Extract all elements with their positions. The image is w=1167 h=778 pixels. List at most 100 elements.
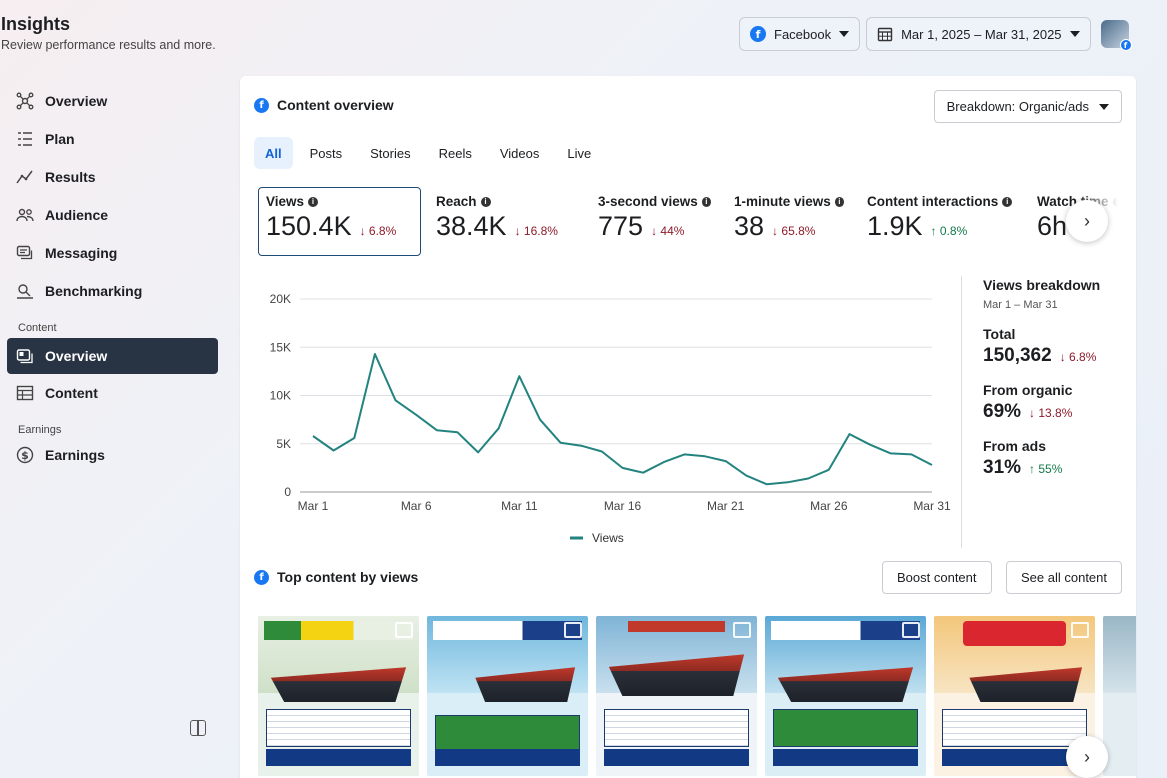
sidebar-item-audience[interactable]: Audience xyxy=(0,196,225,234)
organic-delta: ↓ 13.8% xyxy=(1029,406,1073,420)
gallery-icon xyxy=(733,622,751,638)
metric-value: 38 xyxy=(734,211,765,241)
metric-value: 775 xyxy=(598,211,644,241)
x-tick-label: Mar 6 xyxy=(401,499,432,513)
metric-delta: ↓ 16.8% xyxy=(514,224,558,238)
metric-name: 1-minute views xyxy=(734,194,831,209)
tab-stories[interactable]: Stories xyxy=(359,137,421,169)
gallery-icon xyxy=(902,622,920,638)
organic-label: From organic xyxy=(983,382,1073,398)
content-thumbnail[interactable] xyxy=(1103,616,1136,776)
legend-label: Views xyxy=(592,531,624,545)
sidebar-item-label: Overview xyxy=(45,93,108,109)
chevron-down-icon xyxy=(839,31,850,37)
network-icon xyxy=(15,91,35,111)
info-icon[interactable]: i xyxy=(834,196,844,207)
page-title: Insights xyxy=(1,14,71,34)
metric-name: Views xyxy=(266,194,305,209)
total-label: Total xyxy=(983,326,1016,342)
facebook-icon: f xyxy=(254,97,269,113)
content-thumbnail[interactable] xyxy=(596,616,757,776)
x-tick-label: Mar 11 xyxy=(501,499,538,513)
info-icon[interactable]: i xyxy=(701,196,711,207)
tab-posts[interactable]: Posts xyxy=(299,137,354,169)
page-subtitle: Review performance results and more. xyxy=(1,38,216,52)
total-delta: ↓ 6.8% xyxy=(1059,350,1097,364)
platform-selector[interactable]: f Facebook xyxy=(739,17,861,51)
tab-videos[interactable]: Videos xyxy=(489,137,551,169)
sidebar-item-label: Content xyxy=(45,385,98,401)
content-thumbnail[interactable] xyxy=(765,616,926,776)
thumbnails-next-button[interactable]: › xyxy=(1066,736,1108,778)
content-thumbnail[interactable] xyxy=(258,616,419,776)
content-overview-icon xyxy=(15,346,35,366)
chevron-right-icon: › xyxy=(1084,746,1090,767)
metric-card-3s-views[interactable]: 3-second views i 775 ↓ 44% xyxy=(590,187,719,256)
sidebar-item-benchmarking[interactable]: Benchmarking xyxy=(0,272,225,310)
facebook-icon: f xyxy=(254,569,269,585)
views-line-chart: 0 5K 10K 15K 20K Mar 1 Mar 6 Mar 11 Mar 16 Mar 21… xyxy=(270,292,951,545)
svg-text:$: $ xyxy=(21,449,29,462)
metric-card-interactions[interactable]: Content interactions i 1.9K ↑ 0.8% xyxy=(859,187,1022,256)
sidebar-item-label: Overview xyxy=(45,348,108,364)
metric-card-1m-views[interactable]: 1-minute views i 38 ↓ 65.8% xyxy=(726,187,852,256)
breakdown-dropdown[interactable]: Breakdown: Organic/ads xyxy=(933,90,1122,123)
info-icon[interactable]: i xyxy=(308,196,319,207)
boost-content-button[interactable]: Boost content xyxy=(882,561,992,594)
sidebar-item-results[interactable]: Results xyxy=(0,158,225,196)
sidebar-item-label: Benchmarking xyxy=(45,283,143,299)
top-content-header: f Top content by views xyxy=(254,569,418,585)
x-tick-label: Mar 31 xyxy=(913,499,951,513)
metric-value: 38.4K xyxy=(436,211,507,241)
date-range-picker[interactable]: Mar 1, 2025 – Mar 31, 2025 xyxy=(866,17,1091,51)
sidebar-item-overview[interactable]: Overview xyxy=(0,82,225,120)
date-range-label: Mar 1, 2025 – Mar 31, 2025 xyxy=(901,26,1062,42)
gallery-icon xyxy=(564,622,582,638)
sidebar-item-label: Messaging xyxy=(45,245,118,261)
calendar-icon xyxy=(877,27,893,42)
x-tick-label: Mar 16 xyxy=(604,499,642,513)
x-tick-label: Mar 1 xyxy=(298,499,329,513)
top-content-thumbnails xyxy=(258,616,1136,776)
sidebar-item-content[interactable]: Content xyxy=(0,374,225,412)
tab-all[interactable]: All xyxy=(254,137,293,169)
total-value: 150,362 xyxy=(983,345,1052,366)
info-icon[interactable]: i xyxy=(480,196,491,207)
views-breakdown-range: Mar 1 – Mar 31 xyxy=(983,299,1058,311)
sidebar-item-content-overview[interactable]: Overview xyxy=(7,338,218,374)
y-tick-label: 15K xyxy=(270,340,291,354)
sidebar-item-earnings[interactable]: $ Earnings xyxy=(0,436,225,474)
top-controls: f Facebook Mar 1, 2025 – Mar 31, 2025 f xyxy=(739,17,1132,51)
content-type-tabs: All Posts Stories Reels Videos Live xyxy=(254,137,602,169)
metric-card-views[interactable]: Views i 150.4K ↓ 6.8% xyxy=(258,187,421,256)
collapse-sidebar-icon[interactable] xyxy=(190,720,206,736)
sidebar-item-label: Audience xyxy=(45,207,109,223)
sidebar: Overview Plan Results Audience Messaging… xyxy=(0,82,225,474)
benchmark-icon xyxy=(15,281,35,301)
content-thumbnail[interactable] xyxy=(427,616,588,776)
sidebar-item-messaging[interactable]: Messaging xyxy=(0,234,225,272)
sidebar-item-plan[interactable]: Plan xyxy=(0,120,225,158)
chevron-down-icon xyxy=(1099,103,1109,110)
trend-icon xyxy=(15,167,35,187)
section-title: Top content by views xyxy=(277,569,419,585)
ads-label: From ads xyxy=(983,438,1047,454)
y-tick-label: 10K xyxy=(270,389,291,403)
info-icon[interactable]: i xyxy=(1002,196,1013,207)
section-title: Content overview xyxy=(277,97,394,113)
y-tick-label: 0 xyxy=(284,485,291,499)
metric-card-reach[interactable]: Reach i 38.4K ↓ 16.8% xyxy=(428,187,583,256)
facebook-icon: f xyxy=(750,26,766,42)
divider xyxy=(961,276,962,548)
metric-value: 1.9K xyxy=(867,211,923,241)
ads-value: 31% xyxy=(983,457,1022,478)
metric-name: 3-second views xyxy=(598,194,698,209)
breakdown-label: Breakdown: Organic/ads xyxy=(946,99,1089,114)
table-icon xyxy=(15,383,35,403)
tab-reels[interactable]: Reels xyxy=(428,137,483,169)
tab-live[interactable]: Live xyxy=(556,137,602,169)
metrics-next-button[interactable]: › xyxy=(1066,200,1108,242)
see-all-content-button[interactable]: See all content xyxy=(1006,561,1122,594)
views-breakdown-title: Views breakdown xyxy=(983,277,1101,293)
avatar[interactable]: f xyxy=(1100,20,1132,51)
